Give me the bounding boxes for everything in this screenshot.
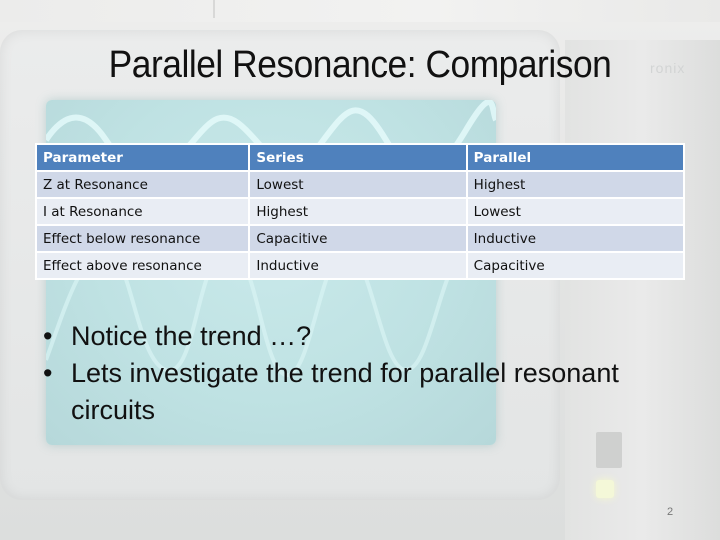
header-parallel: Parallel	[465, 143, 686, 172]
page-number: 2	[667, 506, 674, 518]
table-cell: Capacitive	[465, 251, 686, 280]
table-cell: Z at Resonance	[34, 170, 251, 199]
bullet-list: • Notice the trend …? • Lets investigate…	[43, 318, 703, 429]
table-cell: Lowest	[465, 197, 686, 226]
table-cell: Inductive	[465, 224, 686, 253]
panel-button	[596, 432, 622, 468]
table-row: I at Resonance Highest Lowest	[34, 197, 686, 226]
background-divider	[213, 0, 215, 18]
table-cell: Capacitive	[248, 224, 468, 253]
bullet-text: Lets investigate the trend for parallel …	[71, 358, 619, 425]
background-top-panel	[0, 0, 720, 22]
bullet-marker: •	[43, 358, 53, 388]
table-cell: Effect below resonance	[34, 224, 251, 253]
bullet-marker: •	[43, 321, 53, 351]
table-header-row: Parameter Series Parallel	[34, 143, 686, 172]
table-row: Z at Resonance Lowest Highest	[34, 170, 686, 199]
bullet-item: • Lets investigate the trend for paralle…	[43, 355, 703, 429]
table-cell: Highest	[248, 197, 468, 226]
panel-indicator-light	[596, 480, 614, 498]
header-parameter: Parameter	[34, 143, 251, 172]
bullet-item: • Notice the trend …?	[43, 318, 703, 355]
table-row: Effect above resonance Inductive Capacit…	[34, 251, 686, 280]
header-series: Series	[248, 143, 468, 172]
bullet-text: Notice the trend …?	[71, 321, 312, 351]
table-cell: Highest	[465, 170, 686, 199]
comparison-table: Parameter Series Parallel Z at Resonance…	[34, 143, 686, 280]
table-cell: I at Resonance	[34, 197, 251, 226]
oscilloscope-control-panel	[565, 40, 720, 540]
slide-title: Parallel Resonance: Comparison	[108, 44, 612, 86]
table-cell: Effect above resonance	[34, 251, 251, 280]
table-cell: Inductive	[248, 251, 468, 280]
table-cell: Lowest	[248, 170, 468, 199]
table-row: Effect below resonance Capacitive Induct…	[34, 224, 686, 253]
